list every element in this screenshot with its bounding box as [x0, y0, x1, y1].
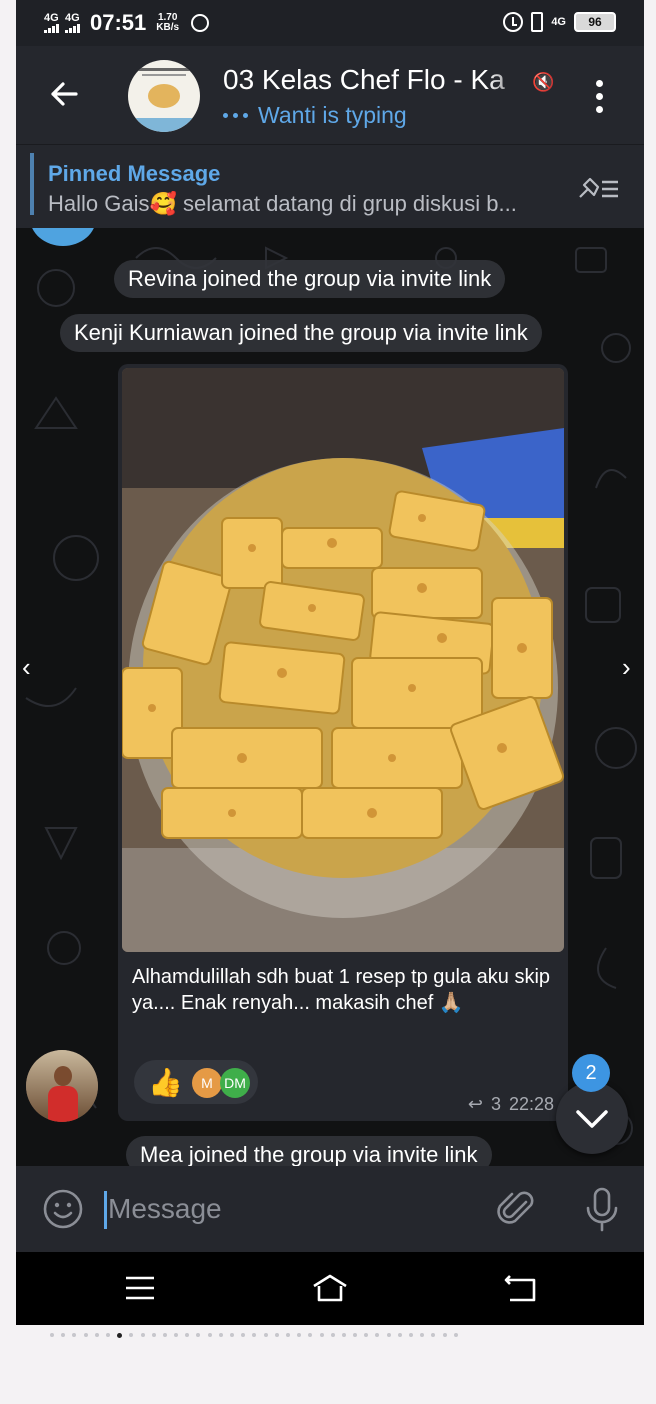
- battery-icon: 96: [574, 12, 616, 32]
- network-speed: 1.70 KB/s: [156, 12, 180, 33]
- sender-avatar[interactable]: [26, 1050, 98, 1122]
- attach-icon[interactable]: [496, 1188, 538, 1230]
- back-nav-icon[interactable]: [500, 1272, 540, 1304]
- pinned-message-bar[interactable]: Pinned Message Hallo Gais🥰 selamat datan…: [16, 144, 644, 228]
- message-caption: Alhamdulillah sdh buat 1 resep tp gula a…: [132, 966, 551, 1014]
- mute-icon: 🔇: [532, 72, 555, 92]
- system-message: Mea joined the group via invite link: [126, 1136, 492, 1166]
- chevron-left-icon[interactable]: ‹: [22, 652, 31, 683]
- message-time: 22:28: [508, 1094, 554, 1114]
- chat-header: 03 Kelas Chef Flo - Ka 🔇 Wanti is typing: [16, 46, 644, 144]
- chevron-right-icon[interactable]: ›: [622, 652, 631, 683]
- system-message: Kenji Kurniawan joined the group via inv…: [60, 314, 542, 352]
- message-bubble[interactable]: Alhamdulillah sdh buat 1 resep tp gula a…: [118, 364, 568, 1121]
- chat-area[interactable]: Revina joined the group via invite link …: [16, 228, 644, 1166]
- chevron-down-icon[interactable]: [556, 1082, 628, 1154]
- system-nav-bar: [16, 1252, 644, 1325]
- phone-screen: 4G 4G 07:51 1.70 KB/s 4G 96 03 Kelas Che…: [16, 0, 644, 1325]
- clock: 07:51: [90, 10, 147, 35]
- message-meta: ↩ 3 22:28: [468, 1094, 554, 1115]
- back-arrow-icon[interactable]: [46, 76, 82, 112]
- emoji-icon[interactable]: [42, 1188, 84, 1230]
- thumbs-up-icon: 👍: [148, 1067, 183, 1098]
- page-indicator: [50, 1330, 610, 1340]
- typing-status: Wanti is typing: [223, 102, 407, 129]
- signal-1-icon: 4G: [44, 13, 59, 33]
- whatsapp-icon: [191, 14, 210, 32]
- unpin-list-icon[interactable]: [576, 173, 622, 203]
- network-4g-icon: 4G: [551, 16, 566, 28]
- reply-count: 3: [490, 1094, 501, 1114]
- reactor-avatar: M: [192, 1068, 222, 1098]
- pinned-text: Hallo Gais🥰 selamat datang di grup disku…: [48, 191, 517, 216]
- reactor-avatar: DM: [220, 1068, 250, 1098]
- signal-2-icon: 4G: [65, 13, 80, 33]
- alarm-icon: [503, 12, 524, 32]
- message-composer: [16, 1166, 644, 1252]
- unread-count-badge[interactable]: 2: [572, 1054, 610, 1092]
- message-input[interactable]: [108, 1186, 478, 1232]
- group-avatar[interactable]: [128, 60, 200, 132]
- more-vert-icon[interactable]: [596, 80, 603, 113]
- pinned-title: Pinned Message: [48, 161, 221, 186]
- reaction-chip[interactable]: 👍 M DM: [134, 1060, 258, 1104]
- system-message: Revina joined the group via invite link: [114, 260, 506, 298]
- mic-icon[interactable]: [582, 1186, 622, 1232]
- message-photo[interactable]: [122, 368, 564, 952]
- status-bar: 4G 4G 07:51 1.70 KB/s 4G 96: [16, 0, 644, 46]
- vibrate-icon: [531, 12, 544, 32]
- reply-icon: ↩: [467, 1094, 483, 1114]
- menu-icon[interactable]: [120, 1272, 160, 1304]
- home-icon[interactable]: [310, 1272, 350, 1304]
